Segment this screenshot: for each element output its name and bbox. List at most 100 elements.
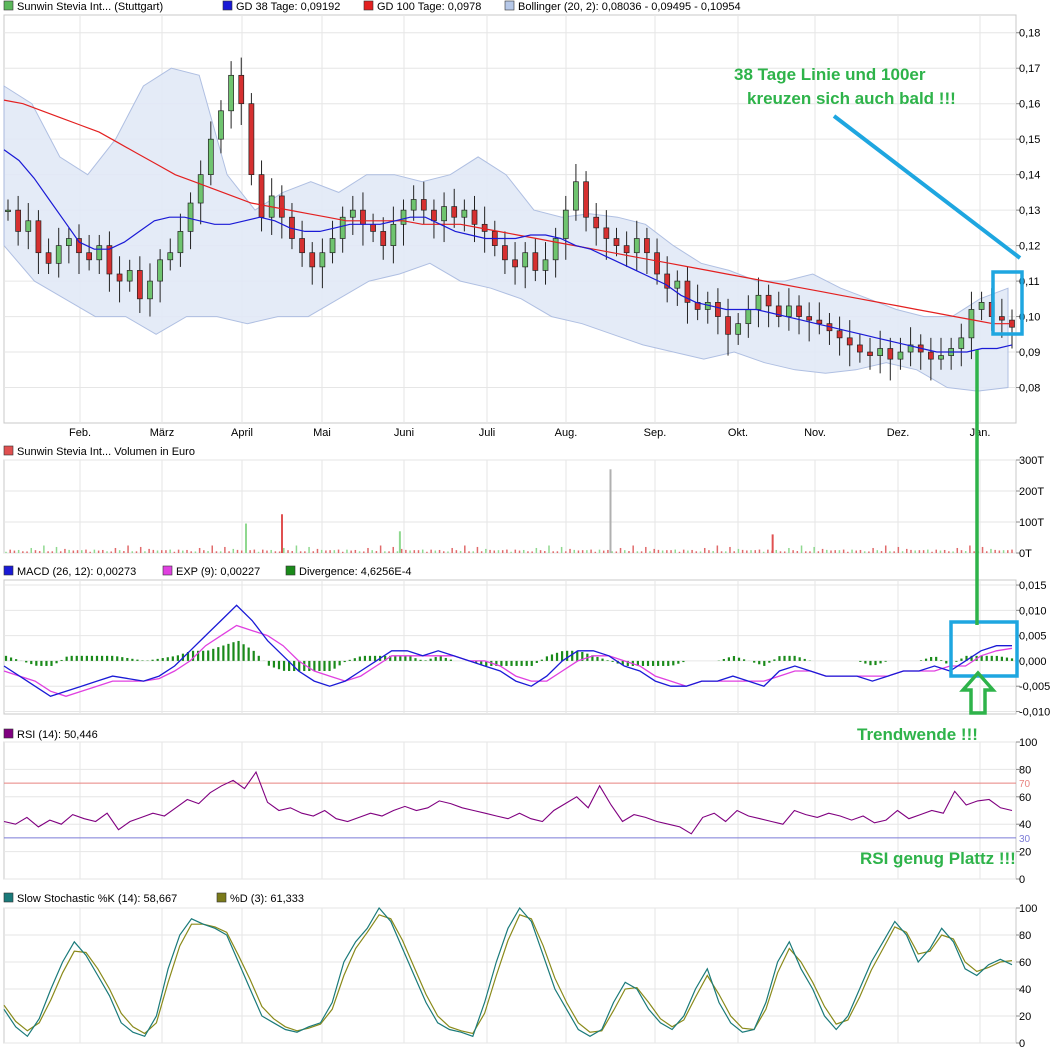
candle-body-61 <box>623 245 630 254</box>
xtick-label-4: Juni <box>394 427 414 439</box>
candle-body-77 <box>786 305 792 317</box>
candle-body-71 <box>725 316 731 335</box>
ytick-label-volume-2: 200T <box>1019 486 1044 498</box>
candle-body-42 <box>431 209 437 222</box>
candle-body-36 <box>370 223 376 232</box>
candle-body-95 <box>968 309 975 339</box>
candle-body-23 <box>238 74 245 105</box>
candle-body-40 <box>410 199 417 211</box>
panel-frame-volume <box>3 459 1017 554</box>
candle-body-80 <box>816 319 823 325</box>
ytick-label-stochastic-3: 60 <box>1019 957 1031 969</box>
candle-body-31 <box>319 252 326 268</box>
candle-body-60 <box>613 238 620 246</box>
candle-body-78 <box>796 305 802 317</box>
ytick-label-macd-2: 0,000 <box>1019 656 1047 668</box>
ytick-label-price-8: 0,16 <box>1019 99 1040 111</box>
ytick-label-rsi-2: 40 <box>1019 819 1031 831</box>
candle-body-49 <box>502 245 508 261</box>
ytick-label-price-10: 0,18 <box>1019 28 1040 40</box>
candle-body-86 <box>877 348 884 356</box>
ytick-label-stochastic-2: 40 <box>1019 984 1031 996</box>
candle-body-63 <box>644 238 650 254</box>
candle-body-12 <box>126 270 133 282</box>
legend-swatch-macd-0 <box>3 565 14 576</box>
candle-body-79 <box>806 316 813 321</box>
xtick-label-5: Juli <box>479 427 496 439</box>
ytick-label-price-7: 0,15 <box>1019 134 1040 146</box>
candle-body-58 <box>593 216 600 229</box>
ytick-label-stochastic-0: 0 <box>1019 1038 1025 1050</box>
legend-label-macd-1: EXP (9): 0,00227 <box>176 566 260 578</box>
candle-body-3 <box>35 220 42 254</box>
candle-body-27 <box>278 195 285 218</box>
ytick-label-stochastic-4: 80 <box>1019 930 1031 942</box>
xtick-label-9: Nov. <box>804 427 826 439</box>
ytick-label-stochastic-1: 20 <box>1019 1011 1031 1023</box>
candle-body-84 <box>857 344 863 353</box>
candle-body-51 <box>522 252 529 268</box>
annotation-price-line1: 38 Tage Linie und 100er <box>734 65 926 84</box>
candle-body-62 <box>633 238 640 254</box>
rsi-ref-label-0: 70 <box>1019 779 1031 790</box>
candle-body-87 <box>887 348 894 360</box>
candle-body-43 <box>441 206 447 222</box>
legend-swatch-macd-2 <box>285 565 296 576</box>
legend-label-rsi-0: RSI (14): 50,446 <box>17 729 98 741</box>
ytick-label-rsi-5: 100 <box>1019 737 1037 749</box>
candle-body-19 <box>197 174 204 204</box>
candle-body-10 <box>106 245 113 275</box>
candle-body-0 <box>5 209 11 212</box>
candle-body-32 <box>329 238 336 254</box>
ytick-label-stochastic-5: 100 <box>1019 903 1037 915</box>
ytick-label-volume-0: 0T <box>1019 548 1032 560</box>
candle-body-75 <box>765 294 772 307</box>
ytick-label-volume-1: 100T <box>1019 517 1044 529</box>
candle-body-29 <box>299 238 305 254</box>
ytick-label-price-5: 0,13 <box>1019 205 1040 217</box>
legend-swatch-price-3 <box>504 0 515 11</box>
xtick-label-2: April <box>231 427 253 439</box>
candle-body-25 <box>258 174 265 218</box>
candle-body-14 <box>147 280 153 300</box>
candle-body-94 <box>958 337 965 349</box>
legend-swatch-volume-0 <box>3 445 14 456</box>
ytick-label-price-6: 0,14 <box>1019 170 1040 182</box>
candle-body-21 <box>218 110 224 140</box>
candle-body-98 <box>999 316 1005 321</box>
ytick-label-macd-1: -0,005 <box>1019 681 1050 693</box>
candle-body-18 <box>187 202 194 232</box>
candle-body-4 <box>45 252 52 264</box>
candle-body-73 <box>745 309 752 325</box>
xtick-label-10: Dez. <box>887 427 910 439</box>
ytick-label-rsi-1: 20 <box>1019 847 1031 859</box>
legend-label-price-0: Sunwin Stevia Int... (Stuttgart) <box>17 1 163 13</box>
ytick-label-price-9: 0,17 <box>1019 63 1040 75</box>
stock-chart: 0,080,090,100,110,120,130,140,150,160,17… <box>3 0 1050 1050</box>
legend-label-volume-0: Sunwin Stevia Int... Volumen in Euro <box>17 446 195 458</box>
legend-swatch-price-2 <box>363 0 374 11</box>
candle-body-44 <box>451 206 458 218</box>
candle-body-46 <box>471 209 478 225</box>
ytick-label-macd-3: 0,005 <box>1019 631 1047 643</box>
candle-body-30 <box>309 252 316 268</box>
candle-body-17 <box>177 231 184 254</box>
candle-body-56 <box>573 181 579 211</box>
candle-body-34 <box>349 209 356 218</box>
legend-swatch-rsi-0 <box>3 728 14 739</box>
legend-label-stochastic-0: Slow Stochastic %K (14): 58,667 <box>17 893 177 905</box>
xtick-label-7: Sep. <box>644 427 667 439</box>
candle-body-83 <box>846 337 853 346</box>
legend-label-macd-0: MACD (26, 12): 0,00273 <box>17 566 136 578</box>
xtick-label-8: Okt. <box>728 427 748 439</box>
candle-body-1 <box>15 209 21 232</box>
candle-body-82 <box>836 330 843 339</box>
candle-body-16 <box>167 252 174 261</box>
candle-body-47 <box>481 223 488 232</box>
candle-body-57 <box>583 181 589 218</box>
ytick-label-rsi-3: 60 <box>1019 792 1031 804</box>
ytick-label-price-0: 0,08 <box>1019 383 1040 395</box>
candle-body-2 <box>25 220 32 232</box>
candle-body-50 <box>512 259 518 268</box>
candle-body-74 <box>755 294 762 310</box>
